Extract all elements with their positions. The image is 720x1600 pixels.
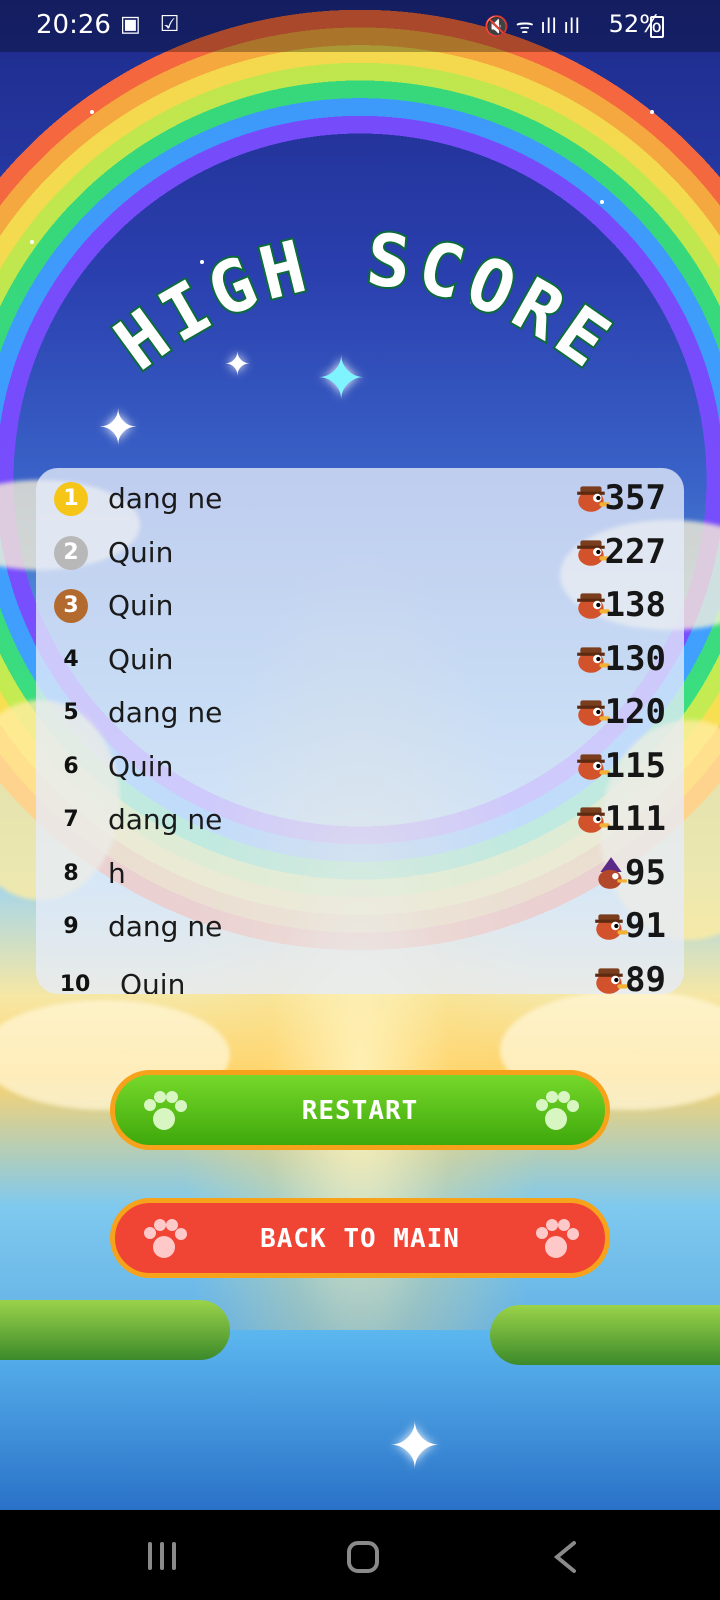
paw-icon <box>536 1219 579 1258</box>
medal-rank: 1 <box>54 482 88 516</box>
signal-icons: 🔇 ᯤ ıll ıll <box>484 14 580 38</box>
rank-number: 5 <box>63 700 79 725</box>
title-text: HIGH SCORE <box>98 230 625 388</box>
leaderboard-row: 5 dang ne 120 <box>36 688 684 742</box>
bird-avatar-icon <box>574 587 610 621</box>
rank-number: 10 <box>59 971 91 995</box>
star <box>650 110 654 114</box>
player-score: 95 <box>625 852 666 893</box>
island <box>0 1300 230 1360</box>
player-score: 91 <box>625 906 666 946</box>
player-score: 130 <box>604 638 666 679</box>
star <box>600 200 604 204</box>
leaderboard-row: 4 Quin 130 <box>36 635 684 689</box>
leaderboard-row: 9 dang ne 91 <box>36 902 684 956</box>
player-score: 115 <box>604 745 666 786</box>
player-score: 138 <box>604 585 666 625</box>
back-to-main-label: BACK TO MAIN <box>260 1224 460 1254</box>
player-name: dang ne <box>108 696 223 729</box>
back-to-main-button[interactable]: BACK TO MAIN <box>110 1198 610 1278</box>
leaderboard-row: 2 Quin 227 <box>36 528 684 582</box>
player-score: 89 <box>625 959 666 995</box>
back-icon[interactable] <box>552 1540 578 1574</box>
bird-avatar-icon <box>574 748 610 782</box>
rank-number: 7 <box>63 807 79 832</box>
leaderboard-row: 8 h 95 <box>36 849 684 903</box>
notification-icons: ▣ ☑ <box>120 12 186 37</box>
player-score: 111 <box>604 799 666 839</box>
leaderboard-row: 3 Quin 138 <box>36 581 684 635</box>
bird-avatar-icon <box>574 480 610 514</box>
wizard-bird-icon <box>592 855 627 889</box>
svg-text:HIGH SCORE: HIGH SCORE <box>100 230 629 386</box>
paw-icon <box>536 1091 579 1130</box>
player-name: dang ne <box>108 482 223 515</box>
leaderboard-row: 1 dang ne 357 <box>36 474 684 528</box>
medal-rank: 2 <box>54 535 88 570</box>
island <box>490 1305 720 1365</box>
leaderboard-panel[interactable]: 1 dang ne 357 2 Quin 227 3 Quin 138 4 Quin 130 5 dang… <box>36 468 684 994</box>
player-name: dang ne <box>108 803 223 836</box>
rank-number: 6 <box>63 753 79 779</box>
leaderboard-row: 7 dang ne 111 <box>36 795 684 849</box>
restart-button[interactable]: RESTART <box>110 1070 610 1150</box>
player-name: Quin <box>108 535 174 569</box>
bird-avatar-icon <box>574 801 610 835</box>
player-name: Quin <box>108 749 174 783</box>
player-name: Quin <box>120 967 186 995</box>
bird-avatar-icon <box>592 962 628 995</box>
restart-label: RESTART <box>301 1096 419 1126</box>
player-score: 120 <box>604 692 666 732</box>
star <box>90 110 94 114</box>
player-name: h <box>108 856 126 890</box>
status-time: 20:26 <box>36 10 111 40</box>
player-name: Quin <box>108 642 174 676</box>
player-score: 227 <box>604 531 666 572</box>
bird-avatar-icon <box>574 534 610 568</box>
system-nav-bar <box>0 1510 720 1600</box>
home-icon[interactable] <box>346 1540 380 1574</box>
sparkle: ✦ <box>388 1410 442 1484</box>
player-score: 357 <box>604 478 666 518</box>
player-name: dang ne <box>108 910 223 943</box>
bird-avatar-icon <box>592 908 628 942</box>
high-score-title: HIGH SCORE <box>98 230 629 388</box>
recent-apps-icon[interactable] <box>146 1540 180 1572</box>
bird-avatar-icon <box>574 694 610 728</box>
leaderboard-row: 6 Quin 115 <box>36 742 684 796</box>
rank-number: 4 <box>63 646 79 672</box>
rank-number: 9 <box>63 914 79 939</box>
leaderboard-row: 10 Quin 89 <box>36 956 684 995</box>
player-name: Quin <box>108 589 174 622</box>
rank-number: 8 <box>63 860 79 886</box>
status-bar: 20:26 ▣ ☑ 52% 🔇 ᯤ ıll ıll <box>0 0 720 52</box>
bird-avatar-icon <box>574 641 610 675</box>
battery-icon <box>650 16 664 38</box>
medal-rank: 3 <box>54 589 88 623</box>
